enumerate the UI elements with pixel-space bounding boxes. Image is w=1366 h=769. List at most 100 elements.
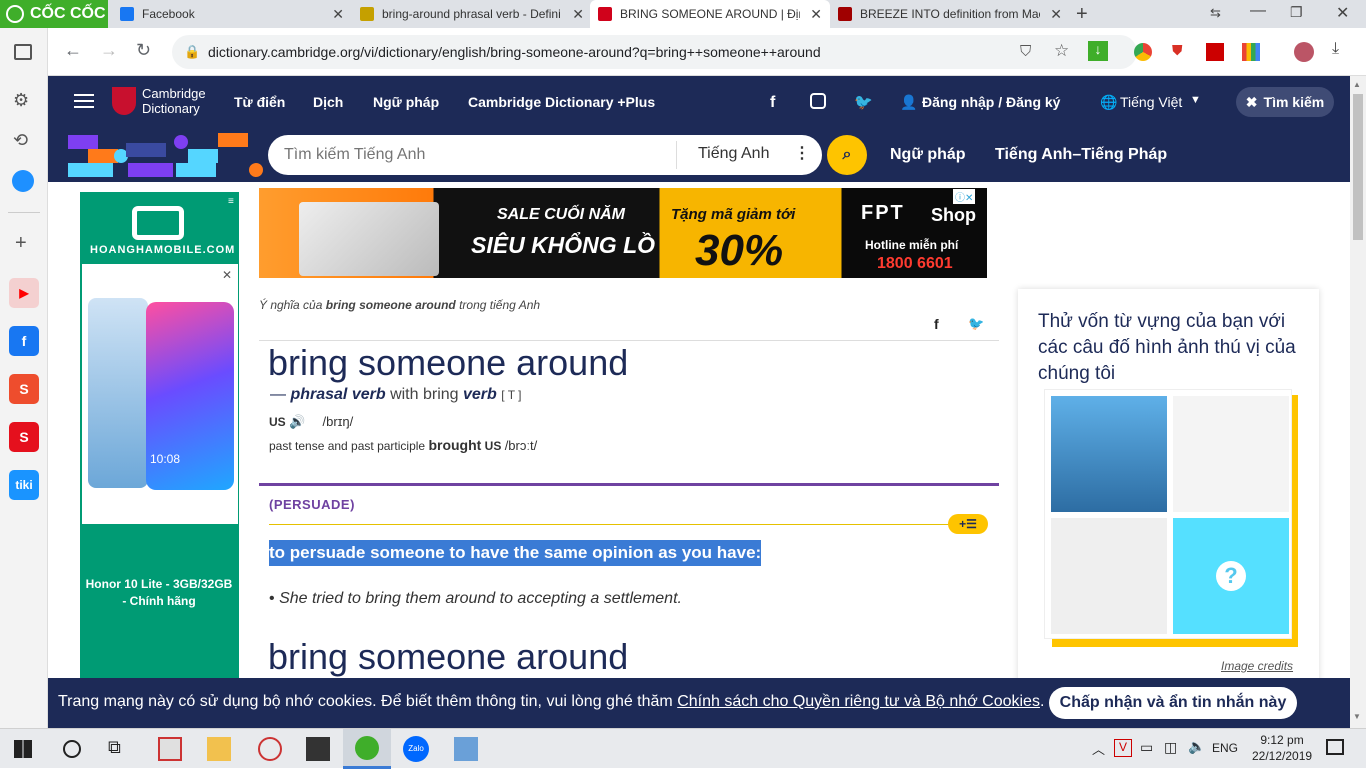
sticky-notes-icon[interactable]: [306, 737, 330, 761]
zalo-icon[interactable]: Zalo: [403, 736, 429, 762]
close-tab-icon[interactable]: ✕: [810, 6, 822, 23]
quiz-widget[interactable]: Thử vốn từ vựng của bạn với các câu đố h…: [1018, 289, 1319, 689]
adblock-icon[interactable]: ⛊: [1172, 42, 1183, 59]
quiz-grid: ?: [1044, 389, 1292, 639]
sendo-icon[interactable]: S: [9, 422, 39, 452]
left-ad[interactable]: HOANGHAMOBILE.COM ≡ ✕ 10:08 Honor 10 Lit…: [80, 192, 239, 680]
download-icon[interactable]: ↓: [1088, 41, 1108, 61]
file-explorer-icon[interactable]: [207, 737, 231, 761]
cookie-policy-link[interactable]: Chính sách cho Quyền riêng tư và Bộ nhớ …: [677, 693, 1040, 710]
share-facebook-icon[interactable]: f: [934, 316, 939, 332]
site-logo[interactable]: Cambridge Dictionary: [142, 86, 206, 116]
tiki-icon[interactable]: tiki: [9, 470, 39, 500]
battery-icon[interactable]: ▭: [1140, 739, 1153, 756]
banner-ad[interactable]: SALE CUỐI NĂM SIÊU KHỔNG LỒ Tặng mã giảm…: [259, 188, 987, 278]
restore-button[interactable]: ❐: [1290, 4, 1303, 21]
clock[interactable]: 9:12 pm 22/12/2019: [1252, 732, 1312, 764]
subnav-english-french[interactable]: Tiếng Anh–Tiếng Pháp: [995, 146, 1167, 164]
search-icon[interactable]: [63, 740, 81, 758]
nav-dictionary[interactable]: Từ điển: [234, 94, 285, 110]
cookie-accept-button[interactable]: Chấp nhận và ẩn tin nhắn này: [1049, 687, 1297, 719]
image-credits-link[interactable]: Image credits: [1221, 659, 1293, 673]
shopee-icon[interactable]: S: [9, 374, 39, 404]
app-icon-2[interactable]: [258, 737, 282, 761]
scroll-up-icon[interactable]: ▲: [1353, 80, 1361, 89]
youtube-icon[interactable]: ▶: [9, 278, 39, 308]
chevron-down-icon[interactable]: ▼: [1190, 94, 1201, 106]
share-twitter-icon[interactable]: 🐦: [968, 316, 984, 332]
with-text: with bring: [390, 386, 459, 403]
tab-search-icon[interactable]: ⇆: [1210, 5, 1221, 21]
messenger-icon[interactable]: [12, 170, 34, 192]
login-link[interactable]: Đăng nhập / Đăng ký: [922, 94, 1060, 110]
windows-start-icon[interactable]: [14, 740, 32, 758]
ad-menu-icon[interactable]: ≡: [228, 196, 234, 207]
downloads-icon[interactable]: ⤓: [1332, 40, 1339, 58]
forward-button[interactable]: →: [100, 40, 118, 61]
nav-plus[interactable]: Cambridge Dictionary +Plus: [468, 94, 655, 110]
extension-red-icon[interactable]: [1206, 43, 1224, 61]
hamburger-menu-icon[interactable]: [74, 94, 94, 108]
lock-icon: 🔒: [184, 44, 201, 59]
network-icon[interactable]: ◫: [1164, 739, 1177, 756]
more-options-icon[interactable]: ⋮: [794, 143, 810, 163]
url-text[interactable]: dictionary.cambridge.org/vi/dictionary/e…: [208, 44, 821, 60]
profile-avatar[interactable]: [1294, 42, 1314, 62]
app-icon-1[interactable]: [158, 737, 182, 761]
ad-caption: Honor 10 Lite - 3GB/32GB - Chính hãng: [85, 577, 233, 608]
quiz-image-peeler[interactable]: [1173, 396, 1289, 512]
nav-translate[interactable]: Dịch: [313, 94, 343, 110]
twitter-icon[interactable]: 🐦: [854, 93, 873, 111]
tab-bring-someone-around[interactable]: BRING SOMEONE AROUND | Định ✕: [590, 0, 830, 28]
scrollbar-thumb[interactable]: [1353, 94, 1363, 240]
volume-icon[interactable]: 🔈: [1188, 738, 1205, 755]
bookmark-star-icon[interactable]: ☆: [1054, 41, 1069, 61]
coccoc-taskbar-button[interactable]: [343, 729, 391, 769]
close-window-button[interactable]: ✕: [1336, 3, 1349, 23]
app-icon-3[interactable]: [454, 737, 478, 761]
audio-icon[interactable]: 🔊: [289, 414, 305, 429]
adchoices-icon[interactable]: ⓘ✕: [953, 189, 976, 204]
minimize-button[interactable]: —: [1250, 2, 1266, 20]
instagram-icon[interactable]: [810, 93, 826, 109]
input-language[interactable]: ENG: [1212, 741, 1238, 755]
settings-icon[interactable]: ⚙: [13, 90, 29, 111]
close-tab-icon[interactable]: ✕: [572, 6, 584, 23]
tab-bring-around[interactable]: bring-around phrasal verb - Defini ✕: [352, 0, 592, 28]
tray-chevron-icon[interactable]: ︿: [1092, 739, 1105, 758]
notifications-icon[interactable]: [1326, 739, 1344, 755]
tab-facebook[interactable]: Facebook ✕: [112, 0, 352, 28]
ad-close-icon[interactable]: ✕: [222, 268, 232, 282]
tab-breeze-into[interactable]: BREEZE INTO definition from Macm ✕: [830, 0, 1070, 28]
facebook-app-icon[interactable]: f: [9, 326, 39, 356]
close-tab-icon[interactable]: ✕: [332, 6, 344, 23]
add-to-wordlist-button[interactable]: +☰: [948, 514, 988, 534]
omnibox[interactable]: 🔒 dictionary.cambridge.org/vi/dictionary…: [172, 35, 1137, 69]
facebook-icon[interactable]: f: [770, 94, 775, 112]
reload-button[interactable]: ↻: [136, 40, 151, 61]
close-tab-icon[interactable]: ✕: [1050, 6, 1062, 23]
sidebar-toggle-icon[interactable]: [14, 44, 32, 60]
subnav-grammar[interactable]: Ngữ pháp: [890, 146, 966, 164]
new-tab-button[interactable]: +: [1076, 3, 1088, 26]
scroll-down-icon[interactable]: ▼: [1353, 712, 1361, 721]
quiz-image-masher[interactable]: [1051, 518, 1167, 634]
quiz-mystery-tile[interactable]: ?: [1173, 518, 1289, 634]
add-app-icon[interactable]: +: [15, 232, 27, 255]
nav-grammar[interactable]: Ngữ pháp: [373, 94, 439, 110]
page-scrollbar[interactable]: ▲ ▼: [1350, 76, 1366, 728]
search-toggle-button[interactable]: ✖ Tìm kiếm: [1236, 87, 1334, 117]
extension-colorful-icon[interactable]: [1242, 43, 1260, 61]
quiz-image-dishwasher[interactable]: [1051, 396, 1167, 512]
task-view-icon[interactable]: ⧉: [108, 737, 132, 761]
search-button[interactable]: ⌕: [827, 135, 867, 175]
language-selector[interactable]: Tiếng Việt: [1120, 94, 1182, 110]
history-icon[interactable]: ⟲: [13, 130, 28, 151]
back-button[interactable]: ←: [64, 40, 82, 61]
coccoc-logo[interactable]: CỐC CỐC: [0, 0, 108, 28]
search-language-select[interactable]: Tiếng Anh: [698, 145, 769, 163]
tray-app-icon[interactable]: V: [1114, 739, 1132, 757]
chrome-extension-icon[interactable]: [1134, 43, 1152, 61]
search-input[interactable]: [284, 145, 664, 165]
shield-icon[interactable]: ⛉: [1020, 43, 1031, 60]
